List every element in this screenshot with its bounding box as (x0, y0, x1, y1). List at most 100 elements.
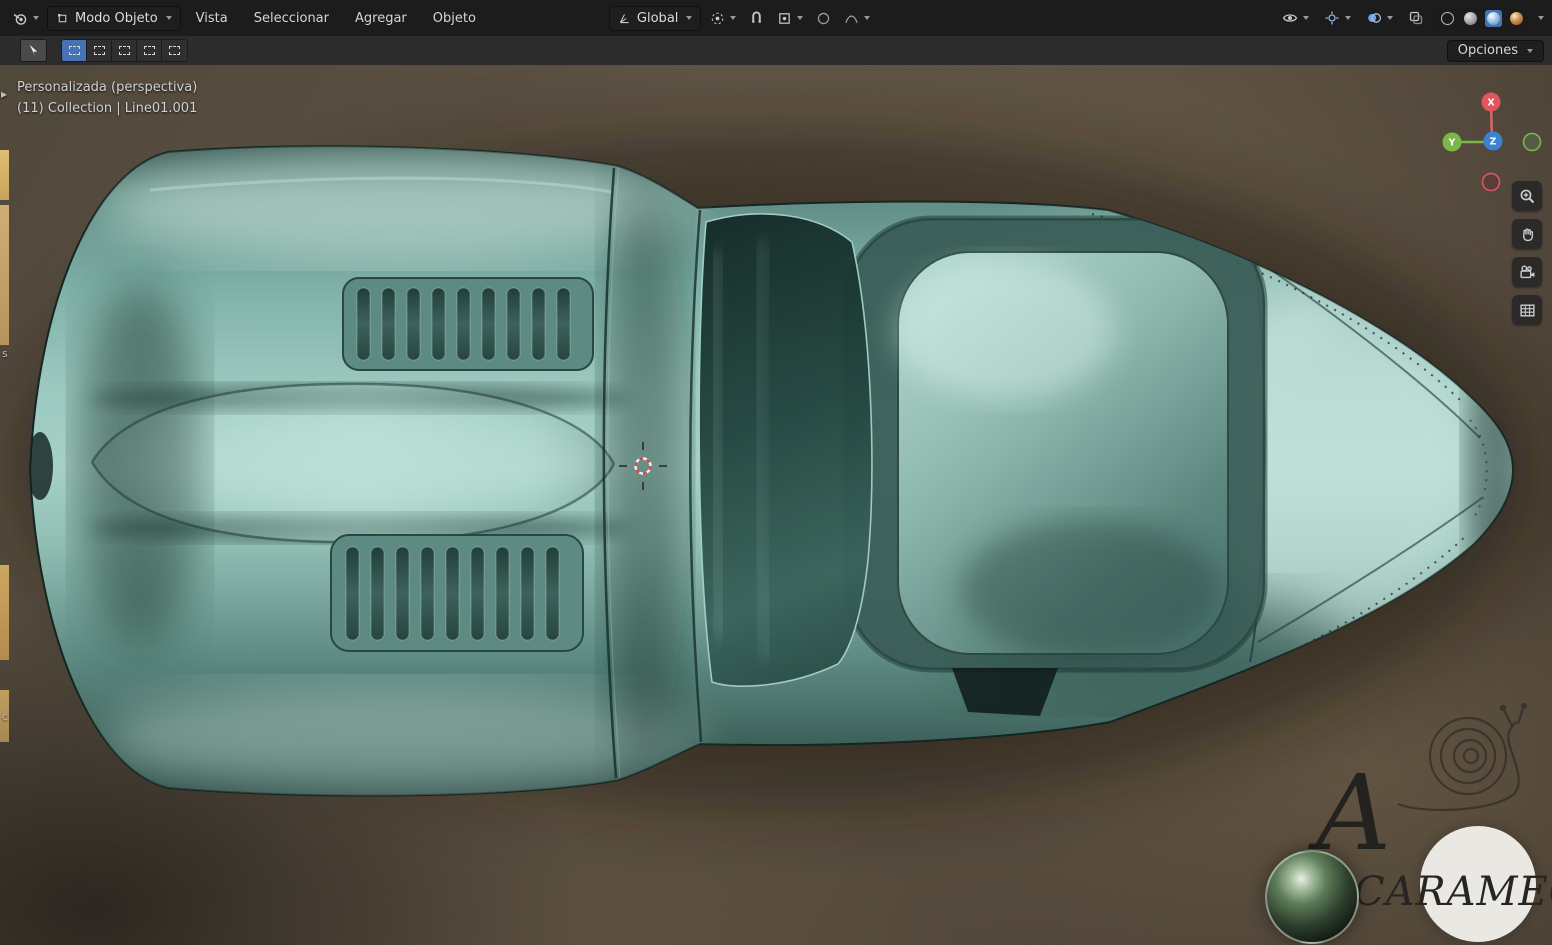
snap-magnet-icon (752, 11, 762, 23)
hood-bulge (90, 382, 616, 544)
shading-mode-group (1435, 7, 1529, 29)
orientation-select[interactable]: Global (608, 5, 702, 31)
pan-hand-icon (1522, 227, 1533, 241)
overlays-dropdown[interactable] (1362, 7, 1397, 29)
grid-ortho-icon (1519, 303, 1535, 317)
chevron-down-icon (1527, 48, 1533, 53)
xray-icon (1409, 11, 1423, 25)
gizmo-x-negative[interactable] (1481, 172, 1501, 192)
shading-wireframe-icon (1441, 11, 1454, 25)
mode-select[interactable]: Modo Objeto (47, 5, 181, 31)
active-tool-button[interactable] (20, 39, 47, 62)
gizmos-dropdown[interactable] (1320, 7, 1355, 29)
select-mode-set[interactable] (62, 40, 87, 61)
select-invert-icon (143, 46, 155, 55)
select-mode-invert[interactable] (137, 40, 162, 61)
chevron-down-icon (1303, 16, 1309, 20)
cockpit (842, 215, 1268, 673)
viewport-display-controls (1278, 7, 1544, 29)
chevron-down-icon (165, 16, 172, 20)
viewport-3d[interactable]: Personalizada (perspectiva) (11) Collect… (0, 65, 1552, 945)
editor-type-button[interactable] (8, 7, 43, 29)
shading-material-button[interactable] (1485, 9, 1502, 27)
toolbar-expand-arrow[interactable]: ▸ (1, 87, 7, 101)
menu-seleccionar[interactable]: Seleccionar (243, 0, 340, 36)
orientation-axes-icon (619, 13, 629, 23)
falloff-button[interactable] (840, 8, 874, 29)
snap-toggle-button[interactable] (745, 8, 768, 29)
shading-material-icon (1487, 11, 1500, 25)
proportional-editing-button[interactable] (812, 8, 835, 29)
watermark-name: CARAMECHA (1354, 869, 1552, 915)
snail-illustration (1397, 702, 1528, 812)
snap-target-icon (779, 12, 791, 24)
view-name-label: Personalizada (perspectiva) (17, 80, 198, 95)
chevron-down-icon (864, 16, 871, 20)
gizmo-x-label: X (1487, 98, 1495, 109)
shading-wireframe-button[interactable] (1439, 10, 1456, 27)
scene-collection-label: (11) Collection | Line01.001 (17, 101, 198, 116)
select-box-tool-icon (29, 44, 38, 57)
grid-ortho-button[interactable] (1512, 295, 1542, 325)
orientation-label: Global (636, 10, 679, 26)
hood-louvers-top (342, 277, 594, 371)
left-panel-letter: s (2, 347, 8, 360)
tool-settings-bar: Opciones (0, 36, 1552, 65)
chevron-down-icon (686, 16, 693, 20)
shading-rendered-button[interactable] (1508, 10, 1525, 27)
chevron-down-icon (797, 16, 804, 20)
viewport-overlay-text: Personalizada (perspectiva) (11) Collect… (17, 77, 197, 119)
pan-button[interactable] (1512, 219, 1542, 249)
select-set-icon (68, 46, 80, 55)
select-mode-extend[interactable] (87, 40, 112, 61)
camera-view-button[interactable] (1512, 257, 1542, 287)
blender-window: Modo Objeto Vista Seleccionar Agregar Ob… (0, 0, 1552, 945)
gizmo-y-label: Y (1448, 138, 1456, 149)
blender-logo-icon (13, 13, 27, 25)
left-panel-sliver (0, 565, 9, 660)
overlays-icon (1368, 13, 1382, 23)
nav-gizmo[interactable]: X Y Z (1438, 79, 1546, 197)
cabin-vent-wedge (952, 668, 1058, 716)
visibility-dropdown[interactable] (1278, 7, 1313, 29)
shading-solid-icon (1464, 11, 1477, 25)
viewport-nav-buttons (1512, 181, 1542, 325)
gizmo-y-negative[interactable] (1522, 132, 1542, 152)
select-extend-icon (93, 46, 105, 55)
proportional-editing-icon (818, 12, 830, 24)
select-mode-group (61, 39, 188, 62)
watermark-initial: A (1316, 752, 1392, 874)
pivot-point-button[interactable] (706, 8, 740, 29)
visibility-eye-icon (1282, 14, 1298, 22)
menu-objeto[interactable]: Objeto (422, 0, 487, 36)
chevron-down-icon[interactable] (1538, 16, 1544, 20)
menu-agregar[interactable]: Agregar (344, 0, 418, 36)
shading-solid-button[interactable] (1462, 10, 1479, 27)
pivot-point-icon (712, 12, 724, 24)
camera-view-icon (1519, 265, 1534, 278)
xray-toggle[interactable] (1404, 7, 1428, 29)
hdri-chrome-ball (1265, 850, 1359, 944)
left-panel-letter: c (2, 710, 9, 723)
select-intersect-icon (169, 46, 180, 55)
zoom-button[interactable] (1512, 181, 1542, 211)
falloff-curve-icon (845, 14, 859, 23)
left-panel-sliver (0, 150, 9, 200)
snap-target-button[interactable] (773, 8, 807, 29)
left-panel-sliver (0, 205, 9, 345)
chevron-down-icon (1387, 16, 1393, 20)
transform-controls: Global (608, 5, 874, 31)
hood-louvers-bottom (330, 534, 584, 652)
select-mode-subtract[interactable] (112, 40, 137, 61)
chevron-down-icon (33, 16, 39, 20)
shading-rendered-icon (1510, 11, 1523, 25)
select-subtract-icon (118, 46, 130, 55)
gizmo-z-label: Z (1490, 137, 1497, 148)
gizmos-icon (1325, 11, 1339, 25)
options-dropdown[interactable]: Opciones (1446, 39, 1544, 62)
chevron-down-icon (730, 16, 737, 20)
options-label: Opciones (1457, 43, 1518, 58)
zoom-icon (1520, 189, 1534, 203)
select-mode-intersect[interactable] (162, 40, 187, 61)
menu-vista[interactable]: Vista (185, 0, 239, 36)
